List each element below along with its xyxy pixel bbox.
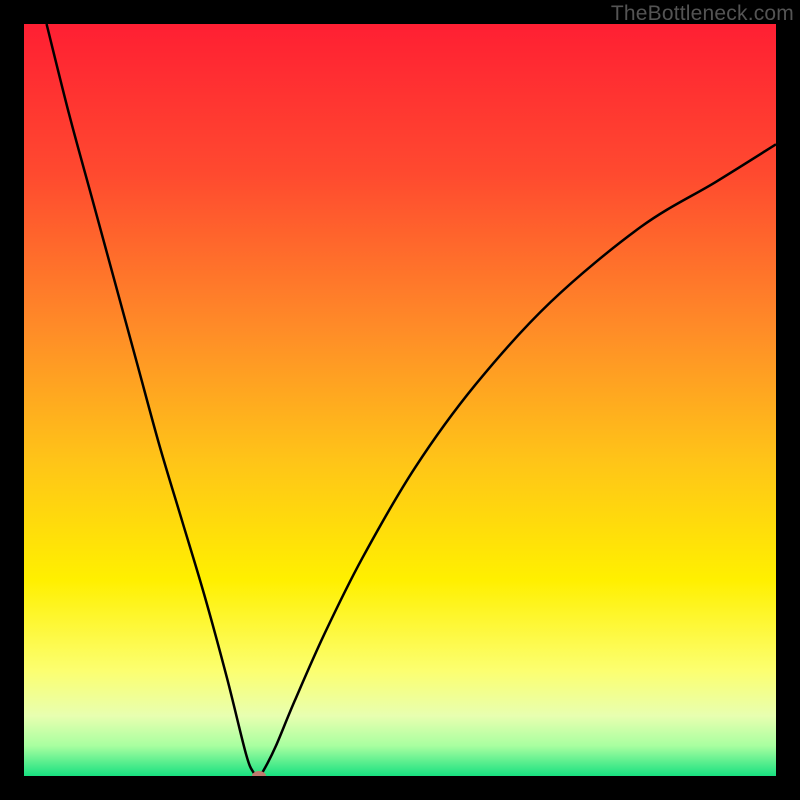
minimum-point-marker <box>252 771 266 776</box>
bottleneck-curve <box>47 24 776 776</box>
bottleneck-figure: TheBottleneck.com <box>0 0 800 800</box>
curve-layer <box>24 24 776 776</box>
plot-area <box>24 24 776 776</box>
watermark-label: TheBottleneck.com <box>611 2 794 26</box>
